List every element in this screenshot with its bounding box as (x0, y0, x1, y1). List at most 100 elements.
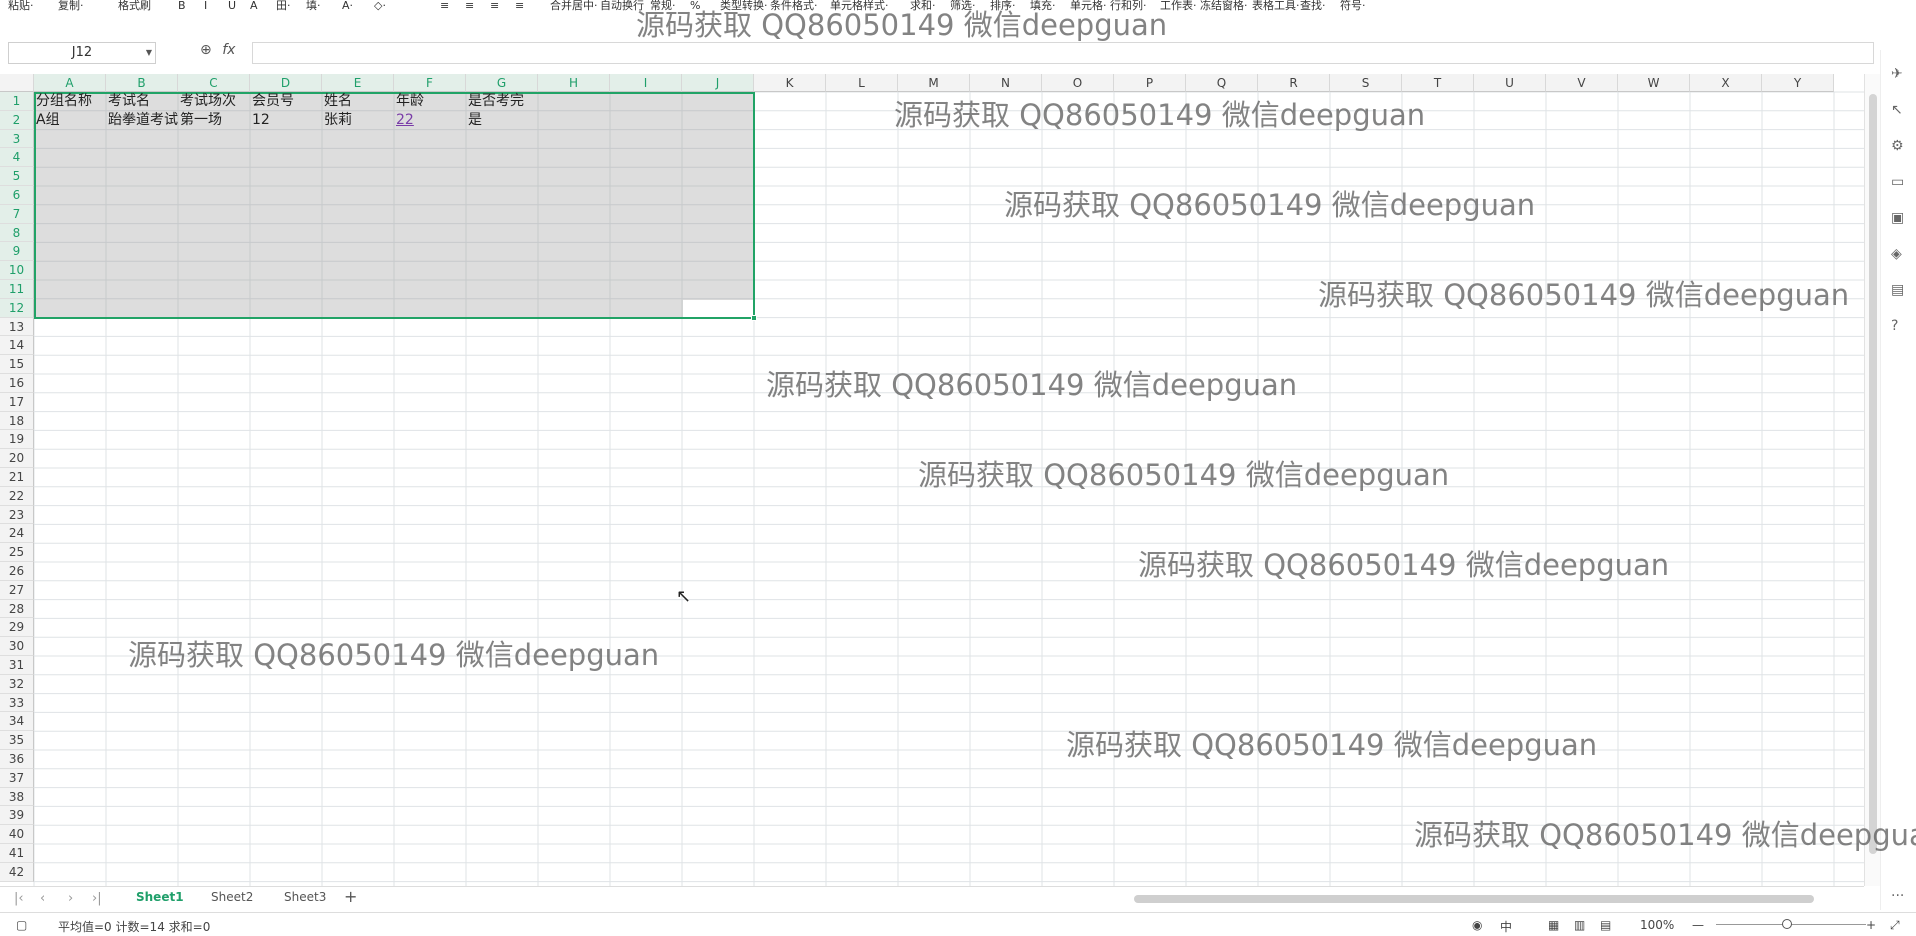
row-header-36[interactable]: 36 (0, 750, 34, 769)
column-header-E[interactable]: E (322, 74, 394, 92)
row-header-16[interactable]: 16 (0, 374, 34, 393)
column-header-P[interactable]: P (1114, 74, 1186, 92)
row-header-41[interactable]: 41 (0, 844, 34, 863)
toolbar-item[interactable]: 查找· (1300, 0, 1326, 14)
column-header-N[interactable]: N (970, 74, 1042, 92)
row-header-39[interactable]: 39 (0, 806, 34, 826)
row-header-6[interactable]: 6 (0, 186, 34, 205)
name-box[interactable]: J12 ▼ (8, 42, 156, 64)
horizontal-scroll-thumb[interactable] (1134, 895, 1814, 903)
column-header-J[interactable]: J (682, 74, 754, 92)
layout-icon[interactable]: ▭ (1891, 174, 1904, 190)
cell-F2[interactable]: 22 (394, 111, 466, 130)
column-header-D[interactable]: D (250, 74, 322, 92)
image-icon[interactable]: ▣ (1891, 210, 1904, 226)
eye-icon[interactable]: ◉ (1472, 918, 1482, 932)
row-header-14[interactable]: 14 (0, 336, 34, 356)
book-icon[interactable]: ▤ (1891, 282, 1904, 298)
column-header-C[interactable]: C (178, 74, 250, 92)
prev-sheet-icon[interactable]: ‹ (40, 891, 45, 906)
column-header-B[interactable]: B (106, 74, 178, 92)
column-header-R[interactable]: R (1258, 74, 1330, 92)
toolbar-item[interactable]: I (204, 0, 207, 14)
active-cell[interactable] (683, 299, 753, 317)
toolbar-item[interactable]: B (178, 0, 186, 14)
help-icon[interactable]: ? (1891, 318, 1898, 334)
column-header-O[interactable]: O (1042, 74, 1114, 92)
row-header-26[interactable]: 26 (0, 562, 34, 581)
toolbar-item[interactable]: A· (342, 0, 353, 14)
zoom-icon[interactable]: ⊕ (200, 42, 212, 58)
page-layout-icon[interactable]: ▥ (1574, 918, 1585, 932)
fx-icon[interactable]: fx (222, 42, 235, 58)
toolbar-item[interactable]: 复制· (58, 0, 84, 14)
row-header-18[interactable]: 18 (0, 411, 34, 431)
row-header-25[interactable]: 25 (0, 543, 34, 562)
column-header-V[interactable]: V (1546, 74, 1618, 92)
language-icon[interactable]: 中 (1500, 918, 1512, 935)
cell-B1[interactable]: 考试名 (106, 92, 178, 111)
toolbar-item[interactable]: ≡ (515, 0, 524, 14)
page-break-icon[interactable]: ▤ (1600, 918, 1611, 932)
toolbar-item[interactable]: 田· (276, 0, 291, 14)
settings-icon[interactable]: ⚙ (1891, 138, 1904, 154)
toolbar-item[interactable]: ≡ (465, 0, 474, 14)
row-header-24[interactable]: 24 (0, 524, 34, 544)
row-header-4[interactable]: 4 (0, 148, 34, 168)
row-header-11[interactable]: 11 (0, 280, 34, 299)
column-header-M[interactable]: M (898, 74, 970, 92)
row-header-13[interactable]: 13 (0, 317, 34, 337)
column-header-Q[interactable]: Q (1186, 74, 1258, 92)
cell-E2[interactable]: 张莉 (322, 111, 394, 130)
row-header-40[interactable]: 40 (0, 825, 34, 844)
toolbar-item[interactable]: 格式刷 (118, 0, 151, 14)
column-header-I[interactable]: I (610, 74, 682, 92)
row-header-19[interactable]: 19 (0, 430, 34, 450)
column-header-L[interactable]: L (826, 74, 898, 92)
cell-B2[interactable]: 跆拳道考试 (106, 111, 178, 130)
row-header-23[interactable]: 23 (0, 505, 34, 525)
column-header-W[interactable]: W (1618, 74, 1690, 92)
tab-sheet1[interactable]: Sheet1 (136, 890, 184, 904)
toolbar-item[interactable]: U (228, 0, 236, 14)
horizontal-scrollbar[interactable] (1100, 893, 1840, 905)
zoom-level[interactable]: 100% (1640, 918, 1674, 932)
row-header-35[interactable]: 35 (0, 731, 34, 750)
column-header-X[interactable]: X (1690, 74, 1762, 92)
cell-F1[interactable]: 年龄 (394, 92, 466, 111)
toolbar-item[interactable]: 合并居中· (550, 0, 598, 14)
column-header-K[interactable]: K (754, 74, 826, 92)
fullscreen-icon[interactable]: ⤢ (1890, 918, 1900, 933)
row-header-22[interactable]: 22 (0, 486, 34, 506)
column-header-U[interactable]: U (1474, 74, 1546, 92)
row-header-12[interactable]: 12 (0, 298, 34, 318)
column-header-Y[interactable]: Y (1762, 74, 1834, 92)
toolbar-item[interactable]: 表格工具· (1252, 0, 1300, 14)
row-header-17[interactable]: 17 (0, 392, 34, 412)
location-icon[interactable]: ◈ (1891, 246, 1902, 262)
row-header-10[interactable]: 10 (0, 261, 34, 280)
formula-input[interactable] (252, 42, 1874, 64)
cell-E1[interactable]: 姓名 (322, 92, 394, 111)
toolbar-item[interactable]: A (250, 0, 258, 14)
row-header-2[interactable]: 2 (0, 110, 34, 130)
row-header-9[interactable]: 9 (0, 242, 34, 262)
vertical-scroll-thumb[interactable] (1869, 94, 1877, 854)
select-all-corner[interactable] (0, 74, 34, 92)
zoom-slider-handle[interactable] (1782, 919, 1792, 929)
column-header-H[interactable]: H (538, 74, 610, 92)
toolbar-item[interactable]: 符号· (1340, 0, 1366, 14)
toolbar-item[interactable]: 填· (306, 0, 321, 14)
row-header-21[interactable]: 21 (0, 468, 34, 487)
row-header-1[interactable]: 1 (0, 92, 34, 111)
next-sheet-icon[interactable]: › (68, 891, 73, 906)
cell-C1[interactable]: 考试场次 (178, 92, 250, 111)
row-header-37[interactable]: 37 (0, 768, 34, 788)
last-sheet-icon[interactable]: ›| (92, 891, 102, 906)
column-header-A[interactable]: A (34, 74, 106, 92)
cell-D2[interactable]: 12 (250, 111, 322, 130)
row-header-34[interactable]: 34 (0, 712, 34, 732)
row-header-42[interactable]: 42 (0, 862, 34, 882)
chevron-down-icon[interactable]: ▼ (146, 43, 152, 63)
row-header-32[interactable]: 32 (0, 674, 34, 694)
